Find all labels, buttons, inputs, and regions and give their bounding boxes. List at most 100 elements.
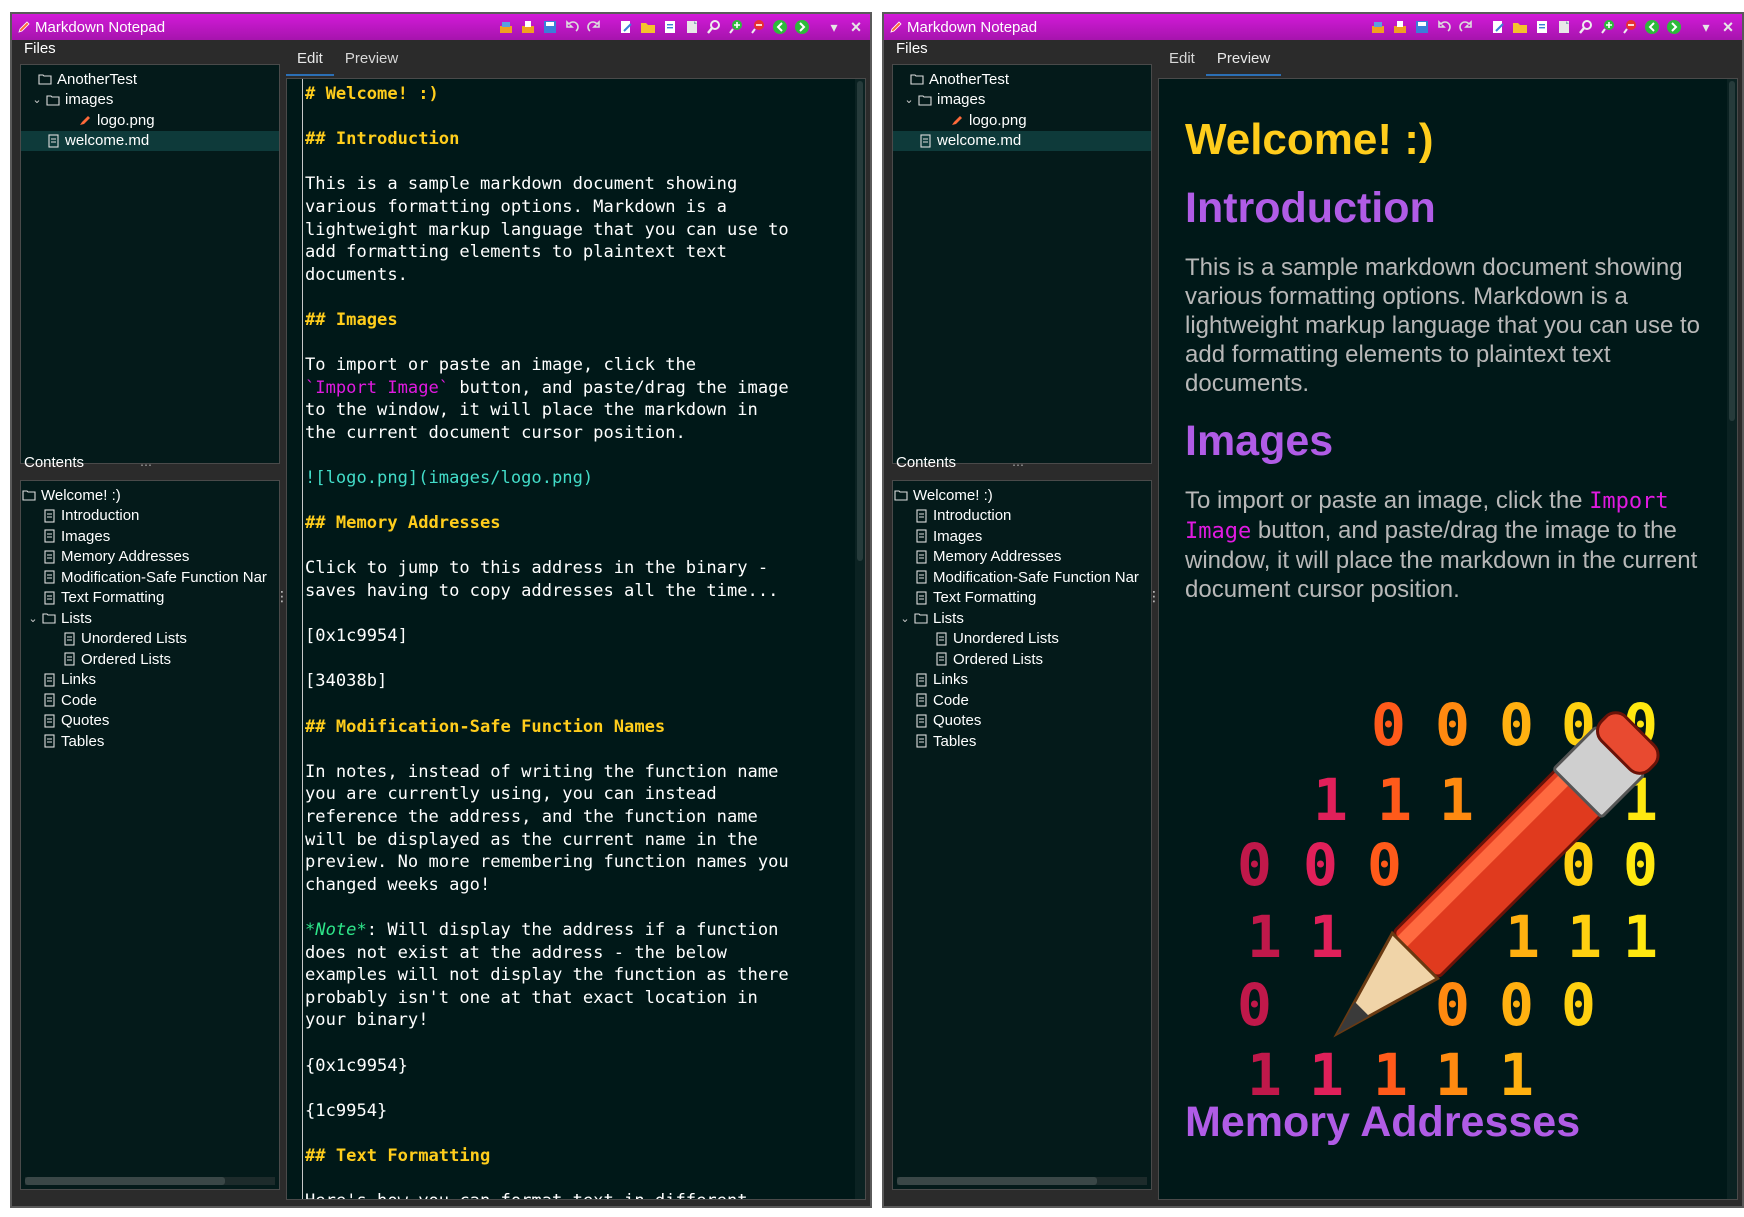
document-icon — [913, 734, 929, 748]
chevron-down-icon[interactable]: ⌄ — [25, 612, 41, 625]
tree-item-file-selected[interactable]: welcome.md — [893, 130, 1151, 151]
import-file-icon[interactable] — [520, 19, 536, 35]
zoom-out-icon[interactable] — [750, 19, 766, 35]
toc-item[interactable]: Quotes — [893, 711, 1151, 732]
import-image-icon[interactable] — [498, 19, 514, 35]
contents-tree[interactable]: Welcome! :) Introduction Images Memory A… — [892, 480, 1152, 1190]
window-title: Markdown Notepad — [907, 18, 1038, 36]
toc-item[interactable]: Quotes — [21, 711, 279, 732]
toc-item[interactable]: Ordered Lists — [21, 649, 279, 670]
toc-item[interactable]: Memory Addresses — [893, 547, 1151, 568]
forward-icon[interactable] — [794, 19, 810, 35]
svg-text:1: 1 — [1623, 903, 1658, 971]
chevron-down-icon[interactable]: ⌄ — [897, 612, 913, 625]
edit-icon[interactable] — [1490, 19, 1506, 35]
edit-icon[interactable] — [618, 19, 634, 35]
zoom-out-icon[interactable] — [1622, 19, 1638, 35]
pencil-app-icon — [890, 21, 902, 33]
vertical-splitter-handle[interactable]: ⋮ — [1147, 590, 1161, 612]
search-icon[interactable] — [706, 19, 722, 35]
toc-item[interactable]: Modification-Safe Function Nar — [21, 567, 279, 588]
tree-item-folder[interactable]: ⌄ images — [21, 90, 279, 111]
redo-icon[interactable] — [586, 19, 602, 35]
contents-tree[interactable]: Welcome! :) Introduction Images Memory A… — [20, 480, 280, 1190]
toc-item[interactable]: Code — [21, 690, 279, 711]
toc-item[interactable]: Modification-Safe Function Nar — [893, 567, 1151, 588]
toc-item[interactable]: Images — [893, 526, 1151, 547]
file-tree[interactable]: AnotherTest ⌄ images logo.png welcome.md — [892, 64, 1152, 464]
tree-item-folder[interactable]: AnotherTest — [21, 69, 279, 90]
markdown-source-editor[interactable]: # Welcome! :) ## Introduction This is a … — [286, 78, 866, 1200]
toc-item[interactable]: Ordered Lists — [893, 649, 1151, 670]
tab-preview[interactable]: Preview — [1205, 44, 1282, 76]
tree-item-file[interactable]: logo.png — [21, 110, 279, 131]
dropdown-menu-icon[interactable]: ▾ — [826, 19, 842, 36]
save-icon[interactable] — [542, 19, 558, 35]
import-image-icon[interactable] — [1370, 19, 1386, 35]
source-paragraph: does not exist at the address - the belo… — [305, 942, 789, 1031]
toc-item[interactable]: Links — [893, 670, 1151, 691]
zoom-in-icon[interactable] — [728, 19, 744, 35]
new-document-icon[interactable] — [662, 19, 678, 35]
toc-item[interactable]: Unordered Lists — [21, 629, 279, 650]
toc-item[interactable]: Welcome! :) — [893, 485, 1151, 506]
forward-icon[interactable] — [1666, 19, 1682, 35]
new-document-icon[interactable] — [1534, 19, 1550, 35]
close-icon[interactable]: × — [1720, 17, 1736, 38]
toc-item[interactable]: Introduction — [21, 506, 279, 527]
undo-icon[interactable] — [1436, 19, 1452, 35]
document-icon[interactable] — [1556, 19, 1572, 35]
dropdown-menu-icon[interactable]: ▾ — [1698, 19, 1714, 36]
splitter-handle[interactable]: … — [1012, 456, 1030, 468]
open-folder-icon[interactable] — [1512, 19, 1528, 35]
folder-icon — [917, 93, 933, 107]
toc-item[interactable]: ⌄ Lists — [21, 608, 279, 629]
text-cursor — [302, 79, 303, 1199]
toc-item[interactable]: ⌄ Lists — [893, 608, 1151, 629]
toc-item[interactable]: Links — [21, 670, 279, 691]
toc-item[interactable]: Tables — [21, 731, 279, 752]
source-image-link: ![logo.png](images/logo.png) — [305, 468, 594, 489]
toc-item[interactable]: Text Formatting — [893, 588, 1151, 609]
toc-item[interactable]: Introduction — [893, 506, 1151, 527]
chevron-down-icon[interactable]: ⌄ — [901, 93, 917, 106]
vertical-splitter-handle[interactable]: ⋮ — [275, 590, 289, 612]
tab-edit[interactable]: Edit — [1158, 44, 1206, 76]
toolbar: ▾ × — [1370, 17, 1736, 38]
toc-item[interactable]: Tables — [893, 731, 1151, 752]
vertical-scrollbar[interactable] — [855, 79, 865, 1199]
toc-item[interactable]: Welcome! :) — [21, 485, 279, 506]
toc-item[interactable]: Images — [21, 526, 279, 547]
preview-heading: Images — [1185, 417, 1334, 465]
document-icon — [41, 591, 57, 605]
horizontal-scrollbar[interactable] — [25, 1177, 275, 1185]
splitter-handle[interactable]: … — [140, 456, 158, 468]
file-tree[interactable]: AnotherTest ⌄ images logo.png welcome.md — [20, 64, 280, 464]
redo-icon[interactable] — [1458, 19, 1474, 35]
document-icon — [933, 632, 949, 646]
vertical-scrollbar[interactable] — [1727, 79, 1737, 1199]
toc-item[interactable]: Code — [893, 690, 1151, 711]
back-icon[interactable] — [1644, 19, 1660, 35]
tree-item-folder[interactable]: AnotherTest — [893, 69, 1151, 90]
document-icon[interactable] — [684, 19, 700, 35]
save-icon[interactable] — [1414, 19, 1430, 35]
toc-item[interactable]: Memory Addresses — [21, 547, 279, 568]
zoom-in-icon[interactable] — [1600, 19, 1616, 35]
tree-item-file[interactable]: logo.png — [893, 110, 1151, 131]
undo-icon[interactable] — [564, 19, 580, 35]
close-icon[interactable]: × — [848, 17, 864, 38]
horizontal-scrollbar[interactable] — [897, 1177, 1147, 1185]
tree-item-file-selected[interactable]: welcome.md — [21, 130, 279, 151]
import-file-icon[interactable] — [1392, 19, 1408, 35]
search-icon[interactable] — [1578, 19, 1594, 35]
markdown-preview[interactable]: Welcome! :) Introduction This is a sampl… — [1158, 78, 1738, 1200]
open-folder-icon[interactable] — [640, 19, 656, 35]
tab-edit[interactable]: Edit — [286, 44, 334, 76]
toc-item[interactable]: Text Formatting — [21, 588, 279, 609]
chevron-down-icon[interactable]: ⌄ — [29, 93, 45, 106]
tree-item-folder[interactable]: ⌄ images — [893, 90, 1151, 111]
toc-item[interactable]: Unordered Lists — [893, 629, 1151, 650]
tab-preview[interactable]: Preview — [334, 44, 409, 76]
back-icon[interactable] — [772, 19, 788, 35]
